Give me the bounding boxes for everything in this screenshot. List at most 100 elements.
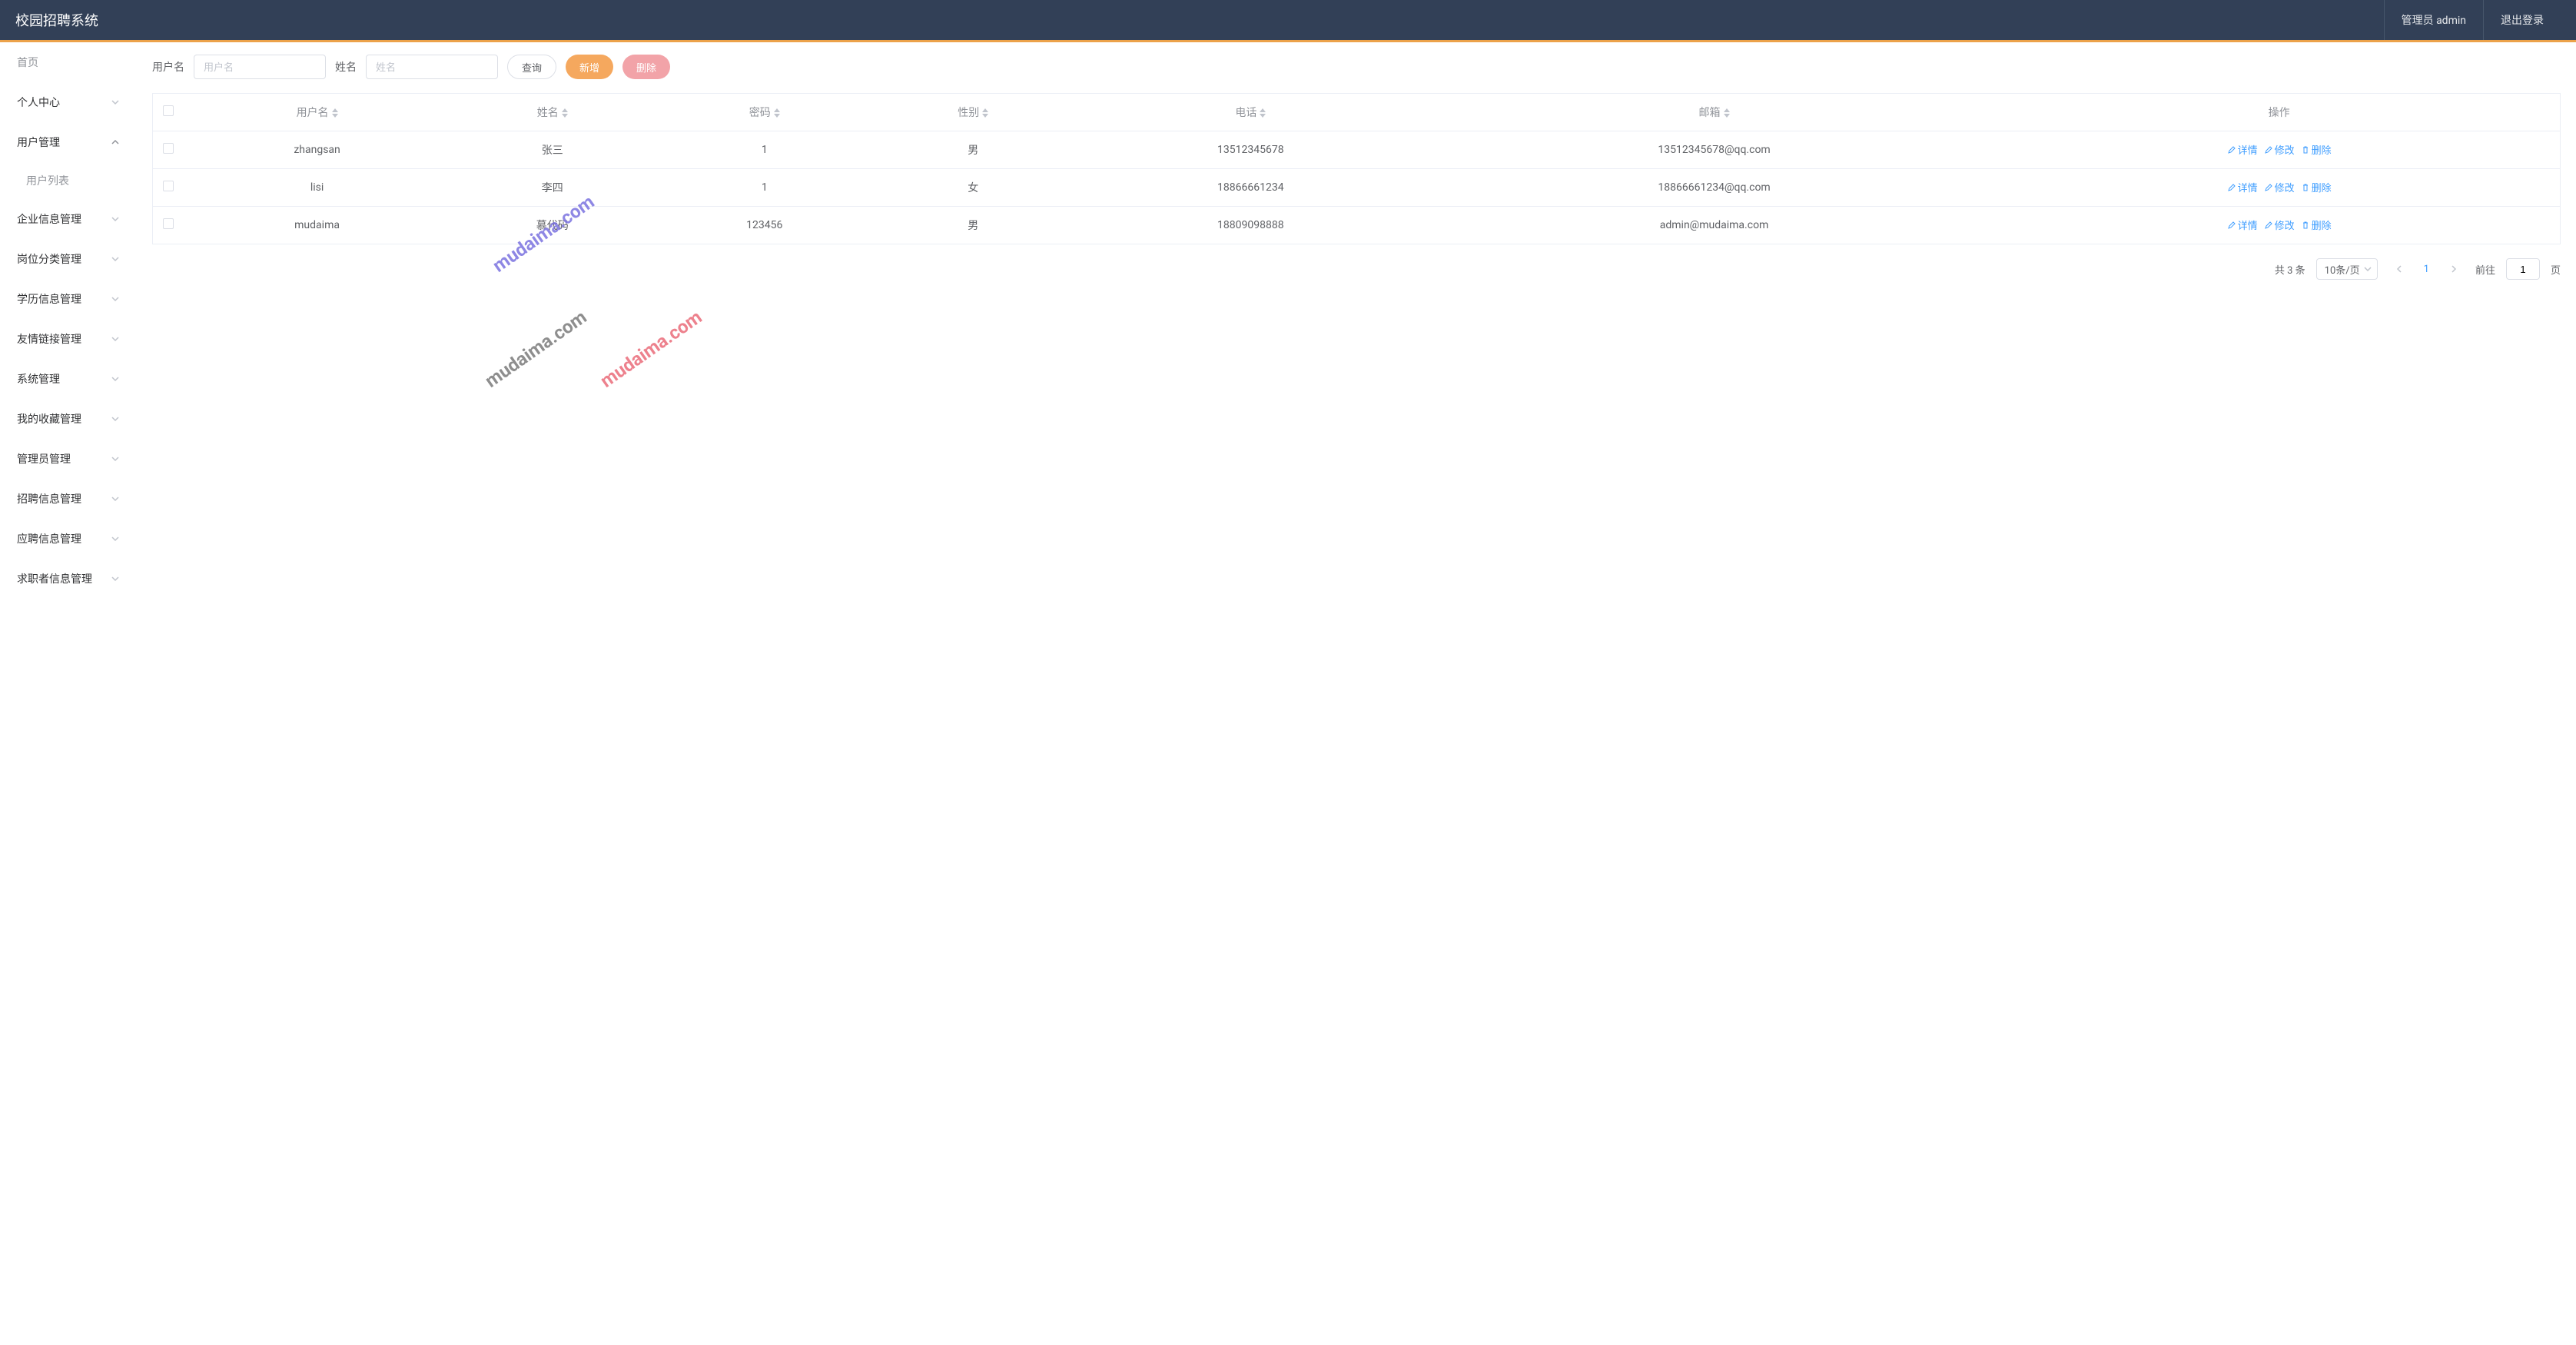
page-size-select[interactable]: 10条/页	[2316, 258, 2378, 280]
cell-email: 13512345678@qq.com	[1430, 131, 1998, 169]
row-checkbox[interactable]	[163, 143, 174, 154]
edit-link[interactable]: 修改	[2264, 218, 2295, 232]
sidebar-group[interactable]: 用户管理	[0, 122, 137, 162]
sidebar-group-label: 个人中心	[17, 95, 60, 110]
sidebar-group-label: 岗位分类管理	[17, 251, 81, 267]
col-password[interactable]: 密码	[654, 94, 875, 131]
sidebar-home[interactable]: 首页	[0, 42, 137, 82]
sidebar-group-label: 我的收藏管理	[17, 411, 81, 427]
edit-icon	[2264, 221, 2273, 230]
name-label: 姓名	[335, 59, 357, 75]
chevron-up-icon	[111, 138, 120, 147]
page-number[interactable]: 1	[2421, 264, 2432, 275]
cell-actions: 详情修改删除	[1998, 207, 2560, 244]
sidebar-group[interactable]: 应聘信息管理	[0, 519, 137, 559]
next-page-button[interactable]	[2443, 258, 2465, 280]
filter-bar: 用户名 姓名 查询 新增 删除	[152, 55, 2561, 79]
chevron-down-icon	[111, 374, 120, 384]
edit-link[interactable]: 修改	[2264, 180, 2295, 194]
detail-link[interactable]: 详情	[2227, 142, 2258, 157]
row-checkbox[interactable]	[163, 181, 174, 191]
cell-actions: 详情修改删除	[1998, 131, 2560, 169]
header: 校园招聘系统 管理员 admin 退出登录	[0, 0, 2576, 42]
add-button[interactable]: 新增	[566, 55, 613, 79]
goto-input[interactable]	[2506, 258, 2540, 280]
sort-icon	[332, 108, 338, 118]
cell-name: 慕代码	[451, 207, 654, 244]
col-gender[interactable]: 性别	[875, 94, 1071, 131]
cell-phone: 18866661234	[1071, 169, 1430, 207]
logout-link[interactable]: 退出登录	[2483, 0, 2561, 40]
chevron-left-icon	[2395, 264, 2404, 274]
col-username[interactable]: 用户名	[184, 94, 451, 131]
chevron-down-icon	[111, 414, 120, 423]
sidebar-group[interactable]: 友情链接管理	[0, 319, 137, 359]
sidebar-group-label: 学历信息管理	[17, 291, 81, 307]
col-phone[interactable]: 电话	[1071, 94, 1430, 131]
chevron-down-icon	[111, 534, 120, 543]
page-suffix: 页	[2551, 262, 2561, 277]
sidebar-group[interactable]: 我的收藏管理	[0, 399, 137, 439]
delete-link[interactable]: 删除	[2301, 142, 2332, 157]
sidebar-group[interactable]: 求职者信息管理	[0, 559, 137, 599]
edit-icon	[2264, 145, 2273, 154]
sidebar-group-label: 管理员管理	[17, 451, 71, 467]
trash-icon	[2301, 145, 2310, 154]
edit-link[interactable]: 修改	[2264, 142, 2295, 157]
sidebar-group[interactable]: 招聘信息管理	[0, 479, 137, 519]
col-actions: 操作	[1998, 94, 2560, 131]
name-input[interactable]	[366, 55, 498, 79]
cell-email: admin@mudaima.com	[1430, 207, 1998, 244]
select-all-checkbox[interactable]	[163, 105, 174, 116]
app-title: 校园招聘系统	[15, 10, 98, 30]
sidebar-group[interactable]: 企业信息管理	[0, 199, 137, 239]
sidebar-group[interactable]: 系统管理	[0, 359, 137, 399]
cell-username: lisi	[184, 169, 451, 207]
sidebar-group[interactable]: 个人中心	[0, 82, 137, 122]
prev-page-button[interactable]	[2388, 258, 2410, 280]
sidebar-group-label: 应聘信息管理	[17, 531, 81, 546]
username-input[interactable]	[194, 55, 326, 79]
trash-icon	[2301, 221, 2310, 230]
chevron-down-icon	[111, 334, 120, 344]
cell-actions: 详情修改删除	[1998, 169, 2560, 207]
col-name[interactable]: 姓名	[451, 94, 654, 131]
delete-link[interactable]: 删除	[2301, 218, 2332, 232]
chevron-down-icon	[111, 574, 120, 583]
sort-icon	[774, 108, 780, 118]
delete-button[interactable]: 删除	[622, 55, 670, 79]
cell-password: 1	[654, 131, 875, 169]
cell-gender: 男	[875, 131, 1071, 169]
sidebar-group-label: 系统管理	[17, 371, 60, 387]
sidebar-group[interactable]: 岗位分类管理	[0, 239, 137, 279]
sidebar-group[interactable]: 学历信息管理	[0, 279, 137, 319]
detail-link[interactable]: 详情	[2227, 180, 2258, 194]
sidebar-group[interactable]: 管理员管理	[0, 439, 137, 479]
edit-icon	[2264, 183, 2273, 192]
sidebar-group-label: 用户管理	[17, 134, 60, 150]
cell-password: 123456	[654, 207, 875, 244]
admin-link[interactable]: 管理员 admin	[2384, 0, 2483, 40]
chevron-down-icon	[2363, 264, 2372, 274]
delete-link[interactable]: 删除	[2301, 180, 2332, 194]
cell-name: 张三	[451, 131, 654, 169]
cell-username: zhangsan	[184, 131, 451, 169]
cell-phone: 13512345678	[1071, 131, 1430, 169]
pagination: 共 3 条 10条/页 1 前往 页	[152, 258, 2561, 280]
col-email[interactable]: 邮箱	[1430, 94, 1998, 131]
row-checkbox[interactable]	[163, 218, 174, 229]
data-table: 用户名 姓名 密码 性别 电话 邮箱 操作 zhangsan张三1男135123…	[152, 93, 2561, 244]
table-row: lisi李四1女1886666123418866661234@qq.com详情修…	[153, 169, 2561, 207]
detail-link[interactable]: 详情	[2227, 218, 2258, 232]
sort-icon	[1724, 108, 1730, 118]
sidebar-sub-item[interactable]: 用户列表	[0, 162, 137, 199]
cell-gender: 女	[875, 169, 1071, 207]
chevron-down-icon	[111, 454, 120, 463]
search-button[interactable]: 查询	[507, 55, 556, 79]
main-content: 用户名 姓名 查询 新增 删除 用户名 姓名 密码 性别 电话 邮箱 操作	[137, 42, 2576, 1343]
header-right: 管理员 admin 退出登录	[2384, 0, 2561, 40]
chevron-down-icon	[111, 494, 120, 503]
cell-username: mudaima	[184, 207, 451, 244]
trash-icon	[2301, 183, 2310, 192]
sidebar-group-label: 企业信息管理	[17, 211, 81, 227]
